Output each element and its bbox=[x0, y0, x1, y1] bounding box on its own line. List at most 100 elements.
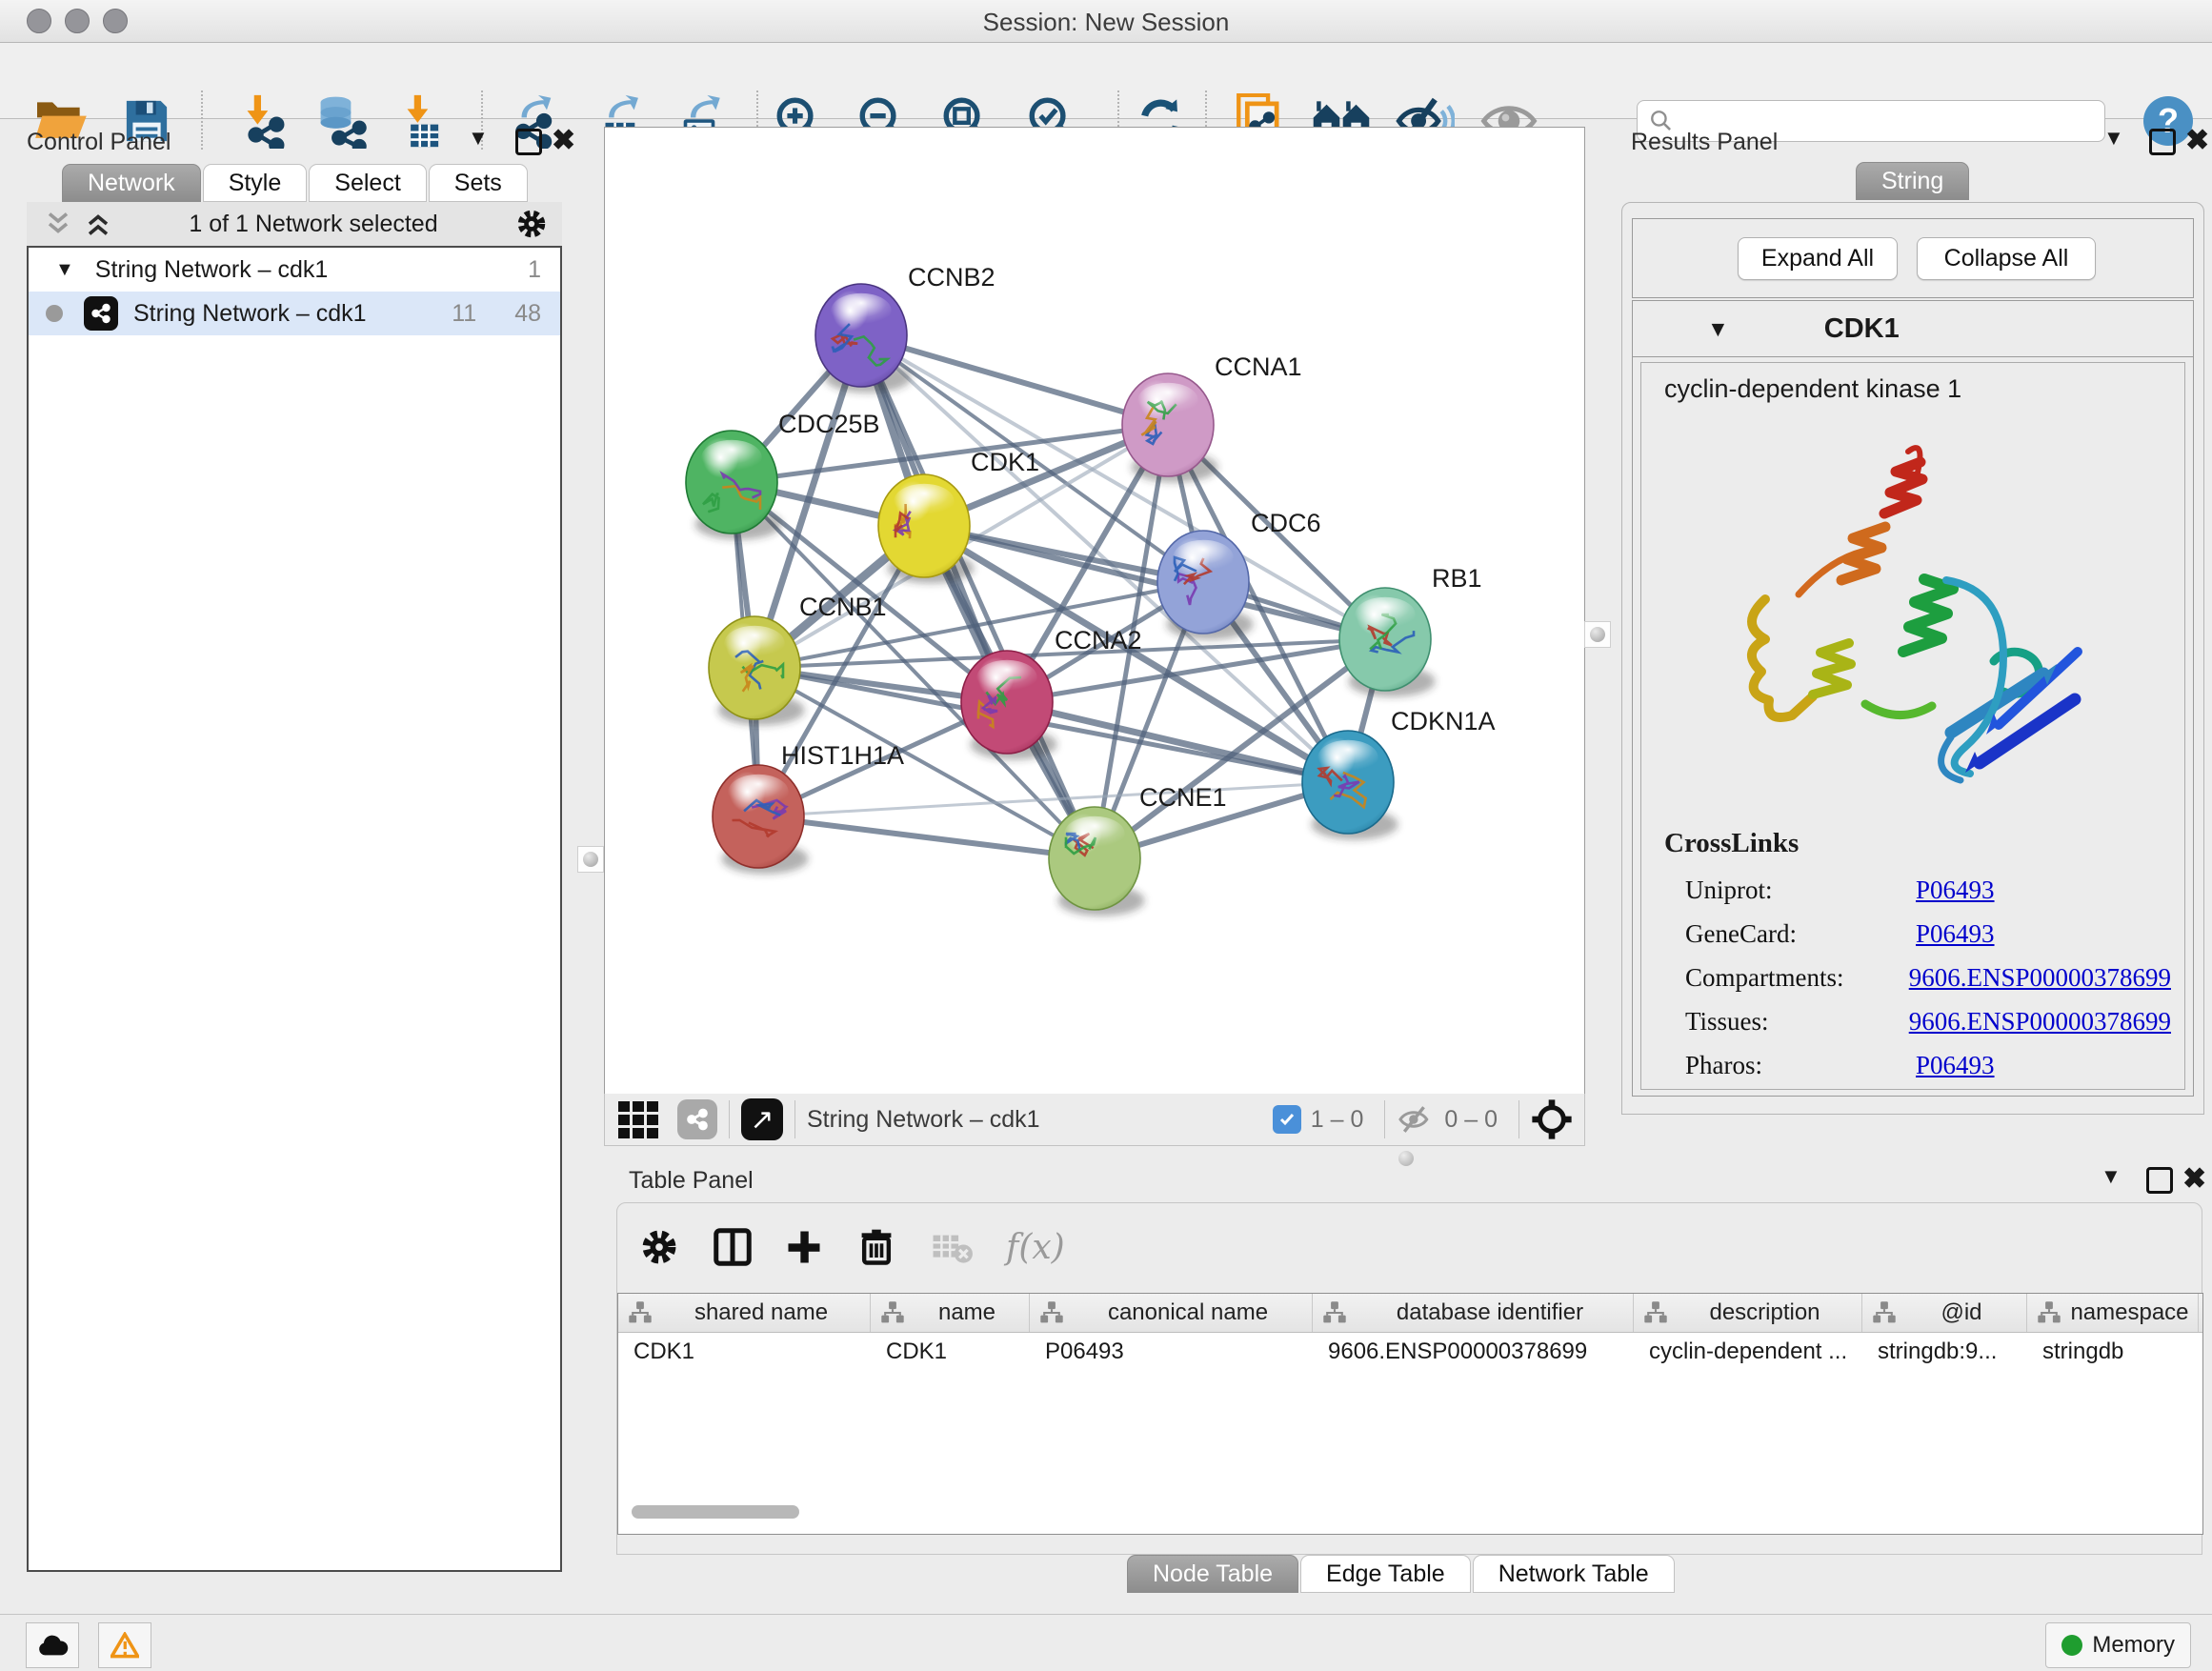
table-row[interactable]: CDK1CDK1P064939606.ENSP00000378699cyclin… bbox=[618, 1333, 2202, 1371]
grid-view-icon[interactable] bbox=[618, 1100, 662, 1138]
crosslink-link[interactable]: 9606.ENSP00000378699 bbox=[1909, 1007, 2171, 1037]
attribute-icon bbox=[628, 1300, 653, 1325]
horizontal-scrollbar[interactable] bbox=[632, 1505, 799, 1519]
table-header-row: shared namenamecanonical namedatabase id… bbox=[618, 1294, 2202, 1333]
column-header-shared-name[interactable]: shared name bbox=[618, 1294, 871, 1332]
columns-icon[interactable] bbox=[711, 1225, 754, 1269]
column-header-name[interactable]: name bbox=[871, 1294, 1030, 1332]
column-header-description[interactable]: description bbox=[1634, 1294, 1862, 1332]
attribute-icon bbox=[1039, 1300, 1064, 1325]
add-column-icon[interactable] bbox=[783, 1226, 825, 1268]
panel-close-icon[interactable]: ✖ bbox=[2182, 1162, 2206, 1196]
table-cell[interactable]: 9606.ENSP00000378699 bbox=[1313, 1339, 1634, 1365]
column-header-namespace[interactable]: namespace bbox=[2027, 1294, 2199, 1332]
edge-CCNB2-CCNE1[interactable] bbox=[861, 335, 1095, 858]
table-cell[interactable]: stringdb:9... bbox=[1862, 1339, 2027, 1365]
divider bbox=[1384, 1100, 1385, 1138]
crosslink-link[interactable]: P06493 bbox=[1916, 919, 1995, 949]
crosslink-link[interactable]: P06493 bbox=[1916, 876, 1995, 905]
tab-network-table[interactable]: Network Table bbox=[1473, 1555, 1675, 1593]
attribute-icon bbox=[1872, 1300, 1897, 1325]
left-splitter-handle[interactable] bbox=[577, 846, 604, 873]
crosslink-row: Uniprot:P06493 bbox=[1685, 868, 2171, 912]
attribute-icon bbox=[2037, 1300, 2061, 1325]
protein-structure-image[interactable] bbox=[1699, 418, 2099, 818]
panel-float-icon[interactable] bbox=[2149, 129, 2176, 155]
attribute-icon bbox=[1643, 1300, 1668, 1325]
node-label-CCNB2: CCNB2 bbox=[908, 263, 995, 292]
network-canvas[interactable]: CCNB2CCNA1CDC25BCDK1CDC6RB1CCNB1CCNA2CDK… bbox=[604, 127, 1585, 1096]
expand-all-button[interactable]: Expand All bbox=[1738, 237, 1898, 280]
panel-close-icon[interactable]: ✖ bbox=[2185, 124, 2209, 157]
network-list-toolbar: 1 of 1 Network selected bbox=[27, 202, 562, 246]
table-toolbar: f(x) bbox=[617, 1203, 2202, 1291]
memory-button[interactable]: Memory bbox=[2045, 1622, 2191, 1668]
expand-all-networks-icon[interactable] bbox=[84, 210, 112, 238]
table-cell[interactable]: stringdb bbox=[2027, 1339, 2199, 1365]
tab-string[interactable]: String bbox=[1856, 162, 1969, 200]
tab-sets[interactable]: Sets bbox=[429, 164, 528, 202]
share-view-icon[interactable] bbox=[677, 1099, 717, 1139]
automation-button[interactable] bbox=[26, 1622, 79, 1668]
edge-HIST1H1A-CCNE1[interactable] bbox=[758, 816, 1095, 858]
crosslink-link[interactable]: P06493 bbox=[1916, 1051, 1995, 1080]
panel-close-icon[interactable]: ✖ bbox=[552, 124, 575, 157]
cloud-icon bbox=[36, 1633, 69, 1658]
string-results-container: Expand All Collapse All ▼ CDK1 cyclin-de… bbox=[1621, 202, 2204, 1115]
table-cell[interactable]: cyclin-dependent ... bbox=[1634, 1339, 1862, 1365]
panel-float-icon[interactable] bbox=[2146, 1167, 2173, 1194]
column-header-@id[interactable]: @id bbox=[1862, 1294, 2027, 1332]
crosslink-row: Pharos:P06493 bbox=[1685, 1043, 2171, 1087]
warnings-button[interactable] bbox=[98, 1622, 151, 1668]
tab-node-table[interactable]: Node Table bbox=[1127, 1555, 1298, 1593]
column-header-canonical-name[interactable]: canonical name bbox=[1030, 1294, 1313, 1332]
table-cell[interactable]: CDK1 bbox=[618, 1339, 871, 1365]
tab-style[interactable]: Style bbox=[203, 164, 308, 202]
pan-crosshair-icon[interactable] bbox=[1531, 1098, 1573, 1140]
section-expander-icon[interactable]: ▼ bbox=[1707, 316, 1729, 342]
panel-float-icon[interactable] bbox=[515, 129, 542, 155]
network-collection-row[interactable]: ▼ String Network – cdk1 1 bbox=[29, 248, 560, 292]
title-bar: Session: New Session bbox=[0, 0, 2212, 43]
crosslink-link[interactable]: 9606.ENSP00000378699 bbox=[1909, 963, 2171, 993]
collapse-all-button[interactable]: Collapse All bbox=[1917, 237, 2096, 280]
hidden-counts: 0 – 0 bbox=[1444, 1106, 1498, 1134]
panel-menu-icon[interactable]: ▼ bbox=[2101, 1164, 2122, 1189]
crosslink-row: Compartments:9606.ENSP00000378699 bbox=[1685, 956, 2171, 999]
crosslinks-heading: CrossLinks bbox=[1664, 828, 1799, 859]
gene-section-header[interactable]: ▼ CDK1 bbox=[1633, 301, 2193, 357]
table-panel: Table Panel ▼ ✖ bbox=[616, 1164, 2212, 1602]
crosslink-label: Compartments: bbox=[1685, 963, 1909, 993]
table-panel-body: f(x) shared namenamecanonical namedataba… bbox=[616, 1202, 2202, 1555]
network-row-selected[interactable]: String Network – cdk1 11 48 bbox=[29, 292, 560, 335]
network-selection-summary: 1 of 1 Network selected bbox=[112, 211, 514, 238]
table-panel-title: Table Panel bbox=[629, 1167, 754, 1195]
node-label-CCNA2: CCNA2 bbox=[1055, 626, 1142, 654]
network-collection-label: String Network – cdk1 bbox=[95, 256, 528, 284]
right-splitter-handle[interactable] bbox=[1584, 621, 1611, 648]
gear-icon[interactable] bbox=[514, 207, 549, 241]
string-network-icon bbox=[84, 296, 118, 331]
tree-expander-icon[interactable]: ▼ bbox=[55, 259, 74, 281]
node-label-CCNA1: CCNA1 bbox=[1215, 352, 1302, 381]
node-table[interactable]: shared namenamecanonical namedatabase id… bbox=[617, 1293, 2203, 1535]
control-panel: Control Panel ▼ ✖ NetworkStyleSelectSets… bbox=[12, 124, 565, 1596]
panel-menu-icon[interactable]: ▼ bbox=[2103, 126, 2124, 151]
delete-column-icon[interactable] bbox=[855, 1226, 897, 1268]
collection-count: 1 bbox=[528, 256, 541, 284]
table-cell[interactable]: CDK1 bbox=[871, 1339, 1030, 1365]
panel-menu-icon[interactable]: ▼ bbox=[468, 126, 489, 151]
tab-network[interactable]: Network bbox=[62, 164, 201, 202]
selected-checkbox[interactable] bbox=[1273, 1105, 1301, 1134]
tab-select[interactable]: Select bbox=[309, 164, 426, 202]
results-panel: Results Panel ▼ ✖ String Expand All Coll… bbox=[1610, 124, 2212, 1119]
tab-edge-table[interactable]: Edge Table bbox=[1300, 1555, 1471, 1593]
table-cell[interactable]: P06493 bbox=[1030, 1339, 1313, 1365]
node-label-CCNE1: CCNE1 bbox=[1139, 783, 1227, 812]
gene-description: cyclin-dependent kinase 1 bbox=[1664, 374, 2184, 404]
column-header-database-identifier[interactable]: database identifier bbox=[1313, 1294, 1634, 1332]
open-in-window-icon[interactable]: ↗ bbox=[741, 1098, 783, 1140]
table-gear-icon[interactable] bbox=[638, 1226, 680, 1268]
network-title: String Network – cdk1 bbox=[807, 1106, 1040, 1134]
collapse-all-networks-icon[interactable] bbox=[44, 210, 72, 238]
